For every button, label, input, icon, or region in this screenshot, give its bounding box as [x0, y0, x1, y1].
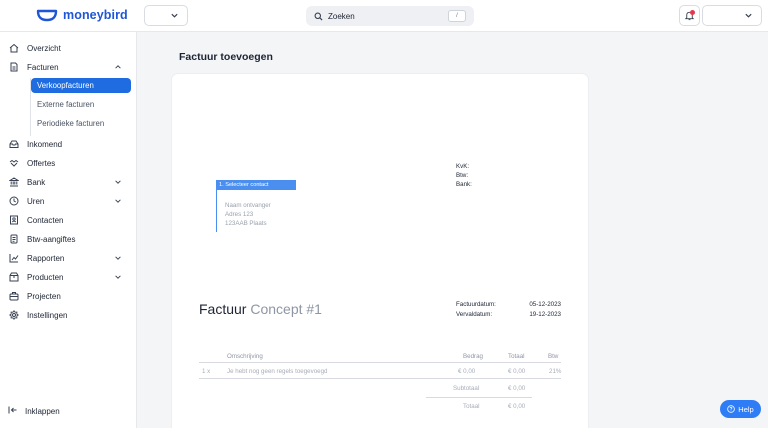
- recipient-address-rail: [216, 190, 217, 232]
- due-date-value[interactable]: 19-12-2023: [529, 311, 561, 318]
- sidebar-item-label: Facturen: [27, 62, 59, 72]
- chevron-down-icon: [115, 199, 121, 203]
- tax-icon: [8, 233, 20, 245]
- select-contact-field[interactable]: 1. Selecteer contact: [216, 180, 296, 190]
- sidebar-item-label: Contacten: [27, 215, 64, 225]
- collapse-sidebar-button[interactable]: Inklappen: [8, 405, 60, 417]
- invoice-date-label: Factuurdatum:: [456, 301, 496, 308]
- search-label: Zoeken: [328, 11, 355, 21]
- sidebar-item-contacten[interactable]: Contacten: [8, 212, 132, 228]
- invoice-title-word: Factuur: [199, 301, 247, 317]
- line-vat[interactable]: 21%: [549, 368, 561, 375]
- invoice-date-value[interactable]: 05-12-2023: [529, 301, 561, 308]
- help-label: Help: [738, 404, 754, 414]
- sidebar-item-uren[interactable]: Uren: [8, 193, 132, 209]
- total-value: € 0,00: [508, 403, 526, 410]
- table-header-divider: [199, 362, 561, 363]
- column-header-vat: Btw: [548, 353, 559, 360]
- total-label: Totaal: [463, 403, 480, 410]
- sidebar-item-overzicht[interactable]: Overzicht: [8, 40, 132, 56]
- recipient-address: Adres 123: [225, 211, 254, 218]
- sidebar-item-label: Overzicht: [27, 43, 61, 53]
- handshake-icon: [8, 157, 20, 169]
- help-icon: [727, 405, 736, 413]
- invoice-concept-number: Concept #1: [250, 301, 322, 317]
- sidebar-item-label: Instellingen: [27, 310, 68, 320]
- sidebar-subitem-externe-facturen[interactable]: Externe facturen: [31, 97, 131, 112]
- gear-icon: [8, 309, 20, 321]
- clock-icon: [8, 195, 20, 207]
- kvk-label: KvK:: [456, 163, 470, 170]
- collapse-left-icon: [8, 405, 18, 417]
- recipient-name: Naam ontvanger: [225, 202, 271, 209]
- sidebar-item-producten[interactable]: Producten: [8, 269, 132, 285]
- subtotal-value: € 0,00: [508, 385, 526, 392]
- notifications-button[interactable]: [679, 5, 700, 26]
- bank-icon: [8, 176, 20, 188]
- sidebar-item-facturen[interactable]: Facturen: [8, 59, 132, 75]
- search-icon: [314, 12, 323, 21]
- sidebar-item-label: Btw-aangiftes: [27, 234, 76, 244]
- column-header-total: Totaal: [508, 353, 525, 360]
- sidebar-item-label: Offertes: [27, 158, 56, 168]
- collapse-label: Inklappen: [25, 406, 60, 416]
- inbox-icon: [8, 138, 20, 150]
- invoice-title: Factuur Concept #1: [199, 301, 322, 317]
- home-icon: [8, 42, 20, 54]
- search-input[interactable]: Zoeken /: [306, 6, 474, 26]
- help-button[interactable]: Help: [720, 400, 761, 418]
- line-quantity[interactable]: 1 x: [202, 368, 210, 375]
- bank-label: Bank:: [456, 181, 472, 188]
- box-icon: [8, 271, 20, 283]
- sidebar-subitem-verkoopfacturen[interactable]: Verkoopfacturen: [31, 78, 131, 93]
- sidebar-item-btw-aangiftes[interactable]: Btw-aangiftes: [8, 231, 132, 247]
- sidebar-item-label: Producten: [27, 272, 64, 282]
- chevron-down-icon: [745, 13, 752, 18]
- administration-select[interactable]: [144, 5, 188, 26]
- sidebar-item-bank[interactable]: Bank: [8, 174, 132, 190]
- sidebar-item-label: Inkomend: [27, 139, 63, 149]
- moneybird-logo[interactable]: moneybird: [36, 8, 128, 22]
- chevron-down-icon: [115, 180, 121, 184]
- recipient-city: 123AAB Plaats: [225, 220, 267, 227]
- sidebar-item-label: Rapporten: [27, 253, 65, 263]
- search-shortcut: /: [448, 10, 466, 22]
- due-date-label: Vervaldatum:: [456, 311, 493, 318]
- briefcase-icon: [8, 290, 20, 302]
- column-header-amount: Bedrag: [463, 353, 483, 360]
- subtotal-label: Subtotaal: [453, 385, 480, 392]
- line-description[interactable]: Je hebt nog geen regels toegevoegd: [227, 368, 327, 375]
- subtotal-divider: [426, 397, 532, 398]
- chevron-up-icon: [115, 65, 121, 69]
- contact-icon: [8, 214, 20, 226]
- sidebar: Overzicht Facturen Verkoopfacturen Exter…: [0, 32, 137, 428]
- line-divider: [199, 378, 561, 379]
- sidebar-item-projecten[interactable]: Projecten: [8, 288, 132, 304]
- notification-dot: [690, 10, 695, 15]
- sidebar-item-label: Projecten: [27, 291, 61, 301]
- sidebar-item-offertes[interactable]: Offertes: [8, 155, 132, 171]
- document-icon: [8, 61, 20, 73]
- chevron-down-icon: [171, 13, 178, 18]
- sidebar-item-instellingen[interactable]: Instellingen: [8, 307, 132, 323]
- user-menu[interactable]: [702, 5, 762, 26]
- btw-label: Btw:: [456, 172, 469, 179]
- sidebar-item-label: Bank: [27, 177, 46, 187]
- sidebar-subitem-periodieke-facturen[interactable]: Periodieke facturen: [31, 116, 131, 131]
- sidebar-item-inkomend[interactable]: Inkomend: [8, 136, 132, 152]
- line-amount[interactable]: € 0,00: [458, 368, 475, 375]
- sidebar-item-rapporten[interactable]: Rapporten: [8, 250, 132, 266]
- top-bar: moneybird Zoeken /: [0, 0, 768, 32]
- invoice-document: 1. Selecteer contact Naam ontvanger Adre…: [172, 74, 588, 428]
- logo-text: moneybird: [63, 8, 128, 22]
- chevron-down-icon: [115, 275, 121, 279]
- sidebar-item-label: Uren: [27, 196, 45, 206]
- column-header-description: Omschrijving: [227, 353, 263, 360]
- page-title: Factuur toevoegen: [179, 51, 273, 63]
- chart-icon: [8, 252, 20, 264]
- chevron-down-icon: [115, 256, 121, 260]
- moneybird-logo-icon: [36, 9, 58, 22]
- line-total: € 0,00: [508, 368, 526, 375]
